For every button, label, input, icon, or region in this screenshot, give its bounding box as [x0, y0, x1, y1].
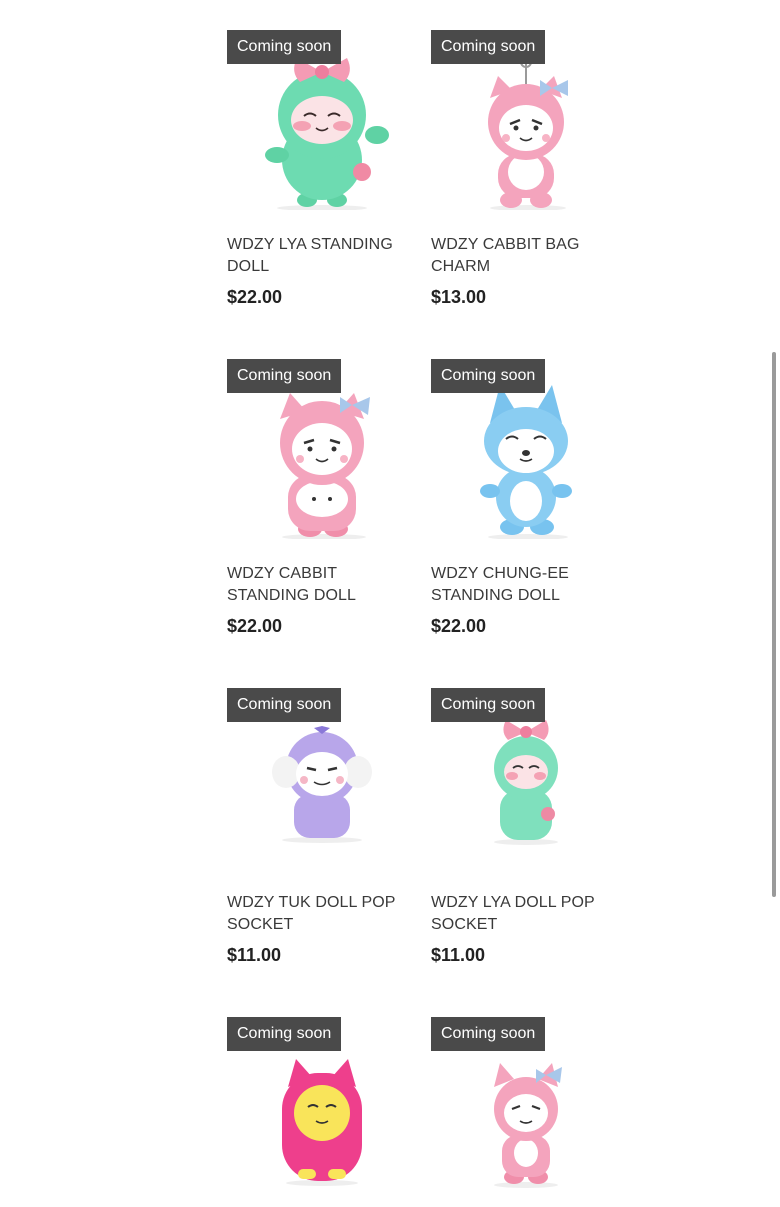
product-image[interactable]: Coming soon	[431, 1017, 611, 1207]
product-card[interactable]: Coming soon	[431, 1017, 611, 1207]
tuk-purple-plush-icon	[272, 726, 372, 843]
yellow-cat-pink-costume-plush-icon	[282, 1059, 362, 1186]
cabbit-pink-bag-charm-icon	[488, 56, 568, 210]
coming-soon-badge: Coming soon	[227, 1017, 342, 1051]
product-image[interactable]: Coming soon	[227, 359, 407, 549]
product-title[interactable]: WDZY TUK DOLL POP SOCKET	[227, 892, 407, 936]
cabbit-pink-standing-plush-icon	[280, 393, 370, 539]
product-title[interactable]: WDZY CABBIT STANDING DOLL	[227, 563, 407, 607]
lya-green-small-plush-icon	[494, 720, 558, 845]
product-image[interactable]: Coming soon	[227, 30, 407, 220]
chung-ee-blue-fox-plush-icon	[480, 385, 572, 539]
product-card[interactable]: Coming soon WDZY TUK DOLL POP SOCKET $11…	[227, 688, 407, 965]
lya-green-plush-icon	[265, 58, 389, 210]
coming-soon-badge: Coming soon	[431, 688, 546, 722]
product-grid: Coming soon WDZY LYA STANDING DOLL $22.0…	[0, 0, 780, 1200]
vertical-scrollbar[interactable]	[772, 352, 776, 897]
product-card[interactable]: Coming soon	[227, 1017, 407, 1207]
product-title[interactable]: WDZY LYA STANDING DOLL	[227, 234, 407, 278]
product-card[interactable]: Coming soon WDZY CHUNG-EE STANDING DOLL …	[431, 359, 611, 636]
product-image[interactable]: Coming soon	[227, 1017, 407, 1207]
product-title[interactable]: WDZY CABBIT BAG CHARM	[431, 234, 611, 278]
coming-soon-badge: Coming soon	[431, 1017, 546, 1051]
cabbit-pink-small-plush-icon	[494, 1063, 562, 1188]
coming-soon-badge: Coming soon	[227, 688, 342, 722]
product-price: $22.00	[227, 287, 283, 307]
product-card[interactable]: Coming soon WDZY CABBIT STANDING DOLL $2…	[227, 359, 407, 636]
coming-soon-badge: Coming soon	[431, 359, 546, 393]
coming-soon-badge: Coming soon	[227, 30, 342, 64]
product-price: $22.00	[227, 616, 283, 636]
product-card[interactable]: Coming soon WDZY CABBIT BAG CHARM $13.00	[431, 30, 611, 307]
product-price: $13.00	[431, 287, 487, 307]
product-title[interactable]: WDZY LYA DOLL POP SOCKET	[431, 892, 611, 936]
coming-soon-badge: Coming soon	[431, 30, 546, 64]
product-image[interactable]: Coming soon	[431, 688, 611, 878]
product-image[interactable]: Coming soon	[227, 688, 407, 878]
product-card[interactable]: Coming soon WDZY LYA STANDING DOLL $22.0…	[227, 30, 407, 307]
product-card[interactable]: Coming soon WDZY LYA DOLL POP SOCKET $11…	[431, 688, 611, 965]
product-title[interactable]: WDZY CHUNG-EE STANDING DOLL	[431, 563, 611, 607]
product-price: $11.00	[431, 945, 486, 965]
coming-soon-badge: Coming soon	[227, 359, 342, 393]
product-price: $11.00	[227, 945, 282, 965]
product-price: $22.00	[431, 616, 487, 636]
product-image[interactable]: Coming soon	[431, 30, 611, 220]
product-image[interactable]: Coming soon	[431, 359, 611, 549]
